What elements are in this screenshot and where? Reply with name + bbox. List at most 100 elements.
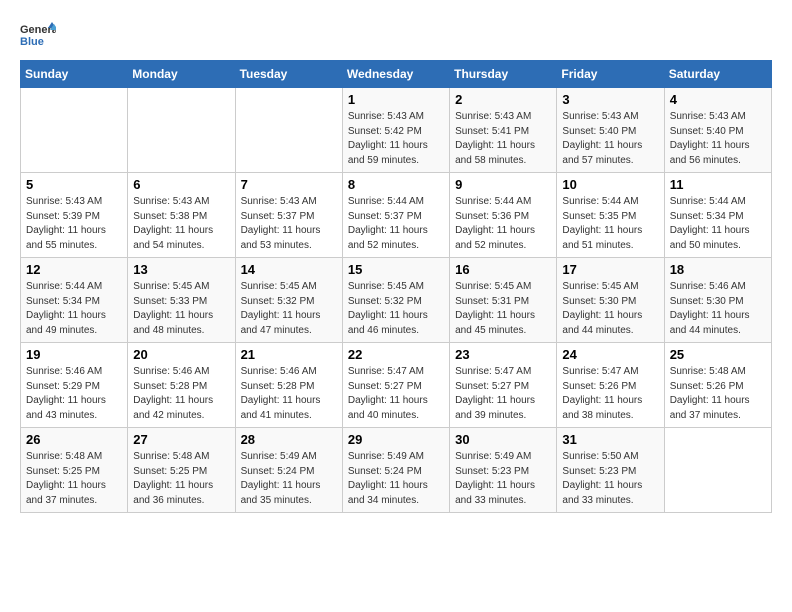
day-number: 30 <box>455 432 551 447</box>
calendar-cell: 1 Sunrise: 5:43 AM Sunset: 5:42 PM Daylig… <box>342 88 449 173</box>
day-number: 24 <box>562 347 658 362</box>
calendar-cell: 26 Sunrise: 5:48 AM Sunset: 5:25 PM Dayli… <box>21 428 128 513</box>
calendar-cell: 30 Sunrise: 5:49 AM Sunset: 5:23 PM Dayli… <box>450 428 557 513</box>
calendar-cell: 19 Sunrise: 5:46 AM Sunset: 5:29 PM Dayli… <box>21 343 128 428</box>
calendar-cell: 24 Sunrise: 5:47 AM Sunset: 5:26 PM Dayli… <box>557 343 664 428</box>
calendar-cell: 17 Sunrise: 5:45 AM Sunset: 5:30 PM Dayli… <box>557 258 664 343</box>
day-info: Sunrise: 5:49 AM Sunset: 5:24 PM Dayligh… <box>241 450 337 508</box>
calendar-cell: 14 Sunrise: 5:45 AM Sunset: 5:32 PM Dayli… <box>235 258 342 343</box>
day-info: Sunrise: 5:43 AM Sunset: 5:37 PM Dayligh… <box>241 195 337 253</box>
calendar-cell: 6 Sunrise: 5:43 AM Sunset: 5:38 PM Daylig… <box>128 173 235 258</box>
day-number: 3 <box>562 92 658 107</box>
day-info: Sunrise: 5:45 AM Sunset: 5:30 PM Dayligh… <box>562 280 658 338</box>
calendar-cell <box>664 428 771 513</box>
day-number: 10 <box>562 177 658 192</box>
calendar-cell: 12 Sunrise: 5:44 AM Sunset: 5:34 PM Dayli… <box>21 258 128 343</box>
day-info: Sunrise: 5:46 AM Sunset: 5:28 PM Dayligh… <box>241 365 337 423</box>
day-info: Sunrise: 5:44 AM Sunset: 5:37 PM Dayligh… <box>348 195 444 253</box>
day-info: Sunrise: 5:43 AM Sunset: 5:40 PM Dayligh… <box>562 110 658 168</box>
day-info: Sunrise: 5:44 AM Sunset: 5:36 PM Dayligh… <box>455 195 551 253</box>
day-number: 8 <box>348 177 444 192</box>
day-info: Sunrise: 5:44 AM Sunset: 5:35 PM Dayligh… <box>562 195 658 253</box>
day-number: 23 <box>455 347 551 362</box>
header-monday: Monday <box>128 61 235 88</box>
calendar-cell: 25 Sunrise: 5:48 AM Sunset: 5:26 PM Dayli… <box>664 343 771 428</box>
day-info: Sunrise: 5:45 AM Sunset: 5:33 PM Dayligh… <box>133 280 229 338</box>
day-number: 25 <box>670 347 766 362</box>
calendar-cell: 16 Sunrise: 5:45 AM Sunset: 5:31 PM Dayli… <box>450 258 557 343</box>
calendar-week-1: 1 Sunrise: 5:43 AM Sunset: 5:42 PM Daylig… <box>21 88 772 173</box>
calendar-cell: 3 Sunrise: 5:43 AM Sunset: 5:40 PM Daylig… <box>557 88 664 173</box>
day-info: Sunrise: 5:46 AM Sunset: 5:29 PM Dayligh… <box>26 365 122 423</box>
calendar-cell: 21Sunrise: 5:46 AM Sunset: 5:28 PM Dayli… <box>235 343 342 428</box>
header-saturday: Saturday <box>664 61 771 88</box>
day-number: 15 <box>348 262 444 277</box>
day-info: Sunrise: 5:44 AM Sunset: 5:34 PM Dayligh… <box>670 195 766 253</box>
logo: General Blue <box>20 20 62 50</box>
day-info: Sunrise: 5:43 AM Sunset: 5:40 PM Dayligh… <box>670 110 766 168</box>
day-info: Sunrise: 5:45 AM Sunset: 5:32 PM Dayligh… <box>241 280 337 338</box>
day-number: 18 <box>670 262 766 277</box>
calendar-week-4: 19 Sunrise: 5:46 AM Sunset: 5:29 PM Dayli… <box>21 343 772 428</box>
header-sunday: Sunday <box>21 61 128 88</box>
calendar-cell <box>235 88 342 173</box>
day-number: 16 <box>455 262 551 277</box>
day-info: Sunrise: 5:47 AM Sunset: 5:27 PM Dayligh… <box>455 365 551 423</box>
header-friday: Friday <box>557 61 664 88</box>
day-info: Sunrise: 5:49 AM Sunset: 5:23 PM Dayligh… <box>455 450 551 508</box>
day-number: 22 <box>348 347 444 362</box>
day-number: 27 <box>133 432 229 447</box>
calendar-cell: 2Sunrise: 5:43 AM Sunset: 5:41 PM Daylig… <box>450 88 557 173</box>
calendar-cell: 18 Sunrise: 5:46 AM Sunset: 5:30 PM Dayli… <box>664 258 771 343</box>
calendar-cell: 22Sunrise: 5:47 AM Sunset: 5:27 PM Dayli… <box>342 343 449 428</box>
day-number: 11 <box>670 177 766 192</box>
day-number: 13 <box>133 262 229 277</box>
day-number: 14 <box>241 262 337 277</box>
day-number: 12 <box>26 262 122 277</box>
header-tuesday: Tuesday <box>235 61 342 88</box>
day-number: 17 <box>562 262 658 277</box>
page-header: General Blue <box>20 20 772 50</box>
logo-icon: General Blue <box>20 20 56 50</box>
day-info: Sunrise: 5:45 AM Sunset: 5:32 PM Dayligh… <box>348 280 444 338</box>
day-info: Sunrise: 5:48 AM Sunset: 5:25 PM Dayligh… <box>26 450 122 508</box>
day-info: Sunrise: 5:43 AM Sunset: 5:38 PM Dayligh… <box>133 195 229 253</box>
calendar-cell: 13 Sunrise: 5:45 AM Sunset: 5:33 PM Dayli… <box>128 258 235 343</box>
calendar-cell: 27 Sunrise: 5:48 AM Sunset: 5:25 PM Dayli… <box>128 428 235 513</box>
calendar-cell: 29Sunrise: 5:49 AM Sunset: 5:24 PM Dayli… <box>342 428 449 513</box>
calendar-table: SundayMondayTuesdayWednesdayThursdayFrid… <box>20 60 772 513</box>
calendar-week-5: 26 Sunrise: 5:48 AM Sunset: 5:25 PM Dayli… <box>21 428 772 513</box>
day-number: 6 <box>133 177 229 192</box>
day-info: Sunrise: 5:50 AM Sunset: 5:23 PM Dayligh… <box>562 450 658 508</box>
calendar-cell <box>21 88 128 173</box>
day-info: Sunrise: 5:46 AM Sunset: 5:28 PM Dayligh… <box>133 365 229 423</box>
day-info: Sunrise: 5:46 AM Sunset: 5:30 PM Dayligh… <box>670 280 766 338</box>
day-info: Sunrise: 5:47 AM Sunset: 5:26 PM Dayligh… <box>562 365 658 423</box>
calendar-cell: 15 Sunrise: 5:45 AM Sunset: 5:32 PM Dayli… <box>342 258 449 343</box>
day-info: Sunrise: 5:49 AM Sunset: 5:24 PM Dayligh… <box>348 450 444 508</box>
calendar-cell <box>128 88 235 173</box>
calendar-header-row: SundayMondayTuesdayWednesdayThursdayFrid… <box>21 61 772 88</box>
day-info: Sunrise: 5:48 AM Sunset: 5:25 PM Dayligh… <box>133 450 229 508</box>
day-info: Sunrise: 5:45 AM Sunset: 5:31 PM Dayligh… <box>455 280 551 338</box>
day-number: 2 <box>455 92 551 107</box>
day-number: 9 <box>455 177 551 192</box>
day-number: 19 <box>26 347 122 362</box>
header-wednesday: Wednesday <box>342 61 449 88</box>
day-number: 31 <box>562 432 658 447</box>
day-number: 5 <box>26 177 122 192</box>
calendar-cell: 23 Sunrise: 5:47 AM Sunset: 5:27 PM Dayli… <box>450 343 557 428</box>
day-info: Sunrise: 5:43 AM Sunset: 5:42 PM Dayligh… <box>348 110 444 168</box>
calendar-cell: 31 Sunrise: 5:50 AM Sunset: 5:23 PM Dayli… <box>557 428 664 513</box>
day-number: 7 <box>241 177 337 192</box>
day-number: 4 <box>670 92 766 107</box>
calendar-cell: 5 Sunrise: 5:43 AM Sunset: 5:39 PM Daylig… <box>21 173 128 258</box>
day-number: 20 <box>133 347 229 362</box>
calendar-cell: 9 Sunrise: 5:44 AM Sunset: 5:36 PM Daylig… <box>450 173 557 258</box>
calendar-cell: 28Sunrise: 5:49 AM Sunset: 5:24 PM Dayli… <box>235 428 342 513</box>
day-info: Sunrise: 5:44 AM Sunset: 5:34 PM Dayligh… <box>26 280 122 338</box>
day-number: 1 <box>348 92 444 107</box>
day-info: Sunrise: 5:48 AM Sunset: 5:26 PM Dayligh… <box>670 365 766 423</box>
day-info: Sunrise: 5:43 AM Sunset: 5:39 PM Dayligh… <box>26 195 122 253</box>
day-number: 26 <box>26 432 122 447</box>
